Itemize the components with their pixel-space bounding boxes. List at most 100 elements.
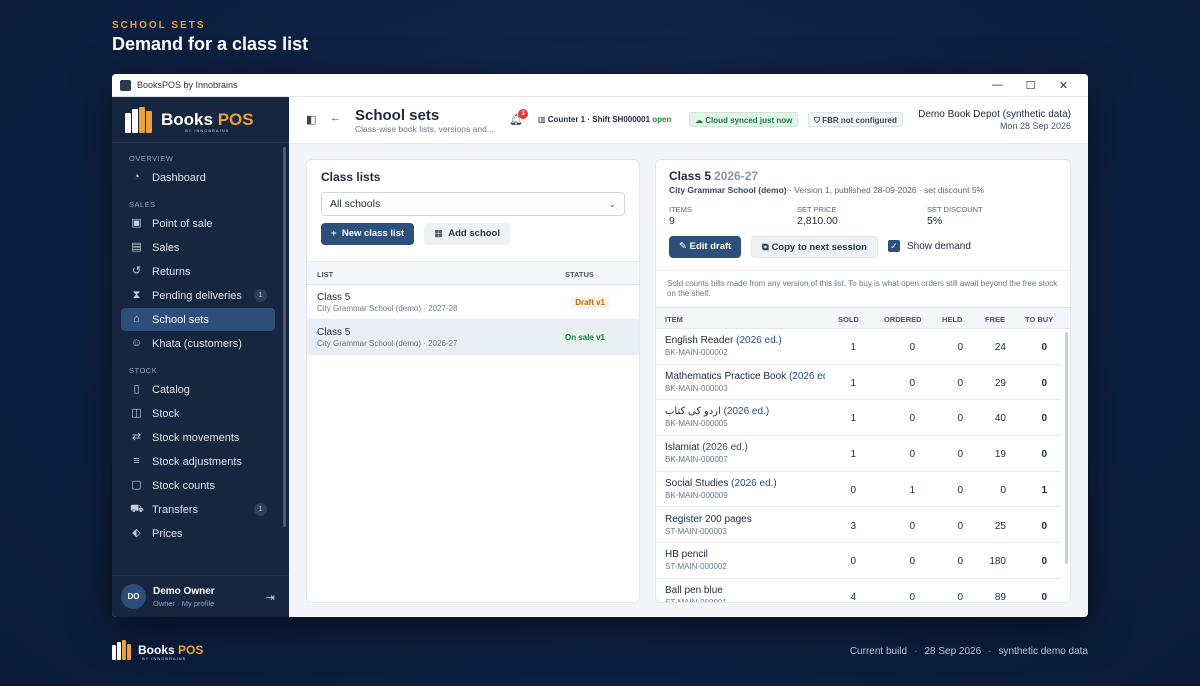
- table-scrollbar[interactable]: [1065, 332, 1068, 564]
- item-sku: ST-MAIN-000001: [665, 597, 727, 603]
- list-item[interactable]: Class 5 City Grammar School (demo) · 202…: [307, 320, 639, 355]
- new-class-list-button[interactable]: + New class list: [321, 223, 415, 245]
- close-button[interactable]: ✕: [1047, 79, 1080, 92]
- sidebar-item-label: Point of sale: [152, 217, 213, 230]
- demand-note: Sold counts bills made from any version …: [667, 279, 1058, 298]
- cell-free: 19: [994, 449, 1006, 461]
- maximize-button[interactable]: ☐: [1014, 79, 1047, 92]
- shield-icon: ⛉: [814, 116, 823, 125]
- books-logo-icon: [112, 640, 134, 660]
- sidebar-item-label: Returns: [152, 265, 191, 278]
- sidebar-item-label: Stock adjustments: [152, 455, 242, 468]
- footer-meta: Current build · 28 Sep 2026 · synthetic demo…: [849, 646, 1088, 657]
- col-free: FREE: [985, 315, 1006, 324]
- list-item[interactable]: Class 5 City Grammar School (demo) · 202…: [307, 285, 639, 320]
- fbr-status[interactable]: ⛉ FBR not configured: [808, 112, 903, 127]
- avatar: DO: [121, 584, 146, 609]
- user-profile[interactable]: DO Demo Owner Owner · My profile ⇥: [112, 575, 289, 617]
- table-row[interactable]: Social Studies (2026 ed.) BK-MAIN-000009 0…: [656, 472, 1061, 508]
- sidebar-item-transfers[interactable]: ⛟ Transfers 1: [121, 498, 275, 521]
- school-filter-select[interactable]: All schools ⌄: [321, 192, 625, 216]
- copy-to-next-session-button[interactable]: ⧉ Copy to next session: [751, 236, 878, 258]
- sidebar-item-dashboard[interactable]: ◔ Dashboard: [121, 166, 275, 189]
- cell-ordered: 0: [909, 556, 915, 568]
- sidebar-scrollbar[interactable]: [283, 147, 286, 527]
- detail-school: City Grammar School (demo): [669, 185, 787, 195]
- back-arrow-icon[interactable]: ←: [330, 112, 341, 124]
- sidebar-item-sales[interactable]: ▤ Sales: [121, 236, 275, 259]
- cell-sold: 1: [850, 449, 856, 461]
- sidebar-item-school-sets[interactable]: ⌂ School sets: [121, 308, 275, 331]
- brand-logo[interactable]: Books POS BY INNOBRAINS: [112, 97, 289, 143]
- logout-icon[interactable]: ⇥: [266, 591, 275, 604]
- table-row[interactable]: Ball pen blue ST-MAIN-000001 4 0 0 89 0: [656, 579, 1061, 603]
- sidebar-item-stock-counts[interactable]: ▢ Stock counts: [121, 474, 275, 497]
- tag-icon: ⬖: [132, 527, 141, 539]
- cell-held: 0: [957, 591, 963, 603]
- page-title: School sets: [355, 107, 440, 124]
- list-header: LIST STATUS: [307, 261, 639, 285]
- table-row[interactable]: اردو کی کتاب (2026 ed.) BK-MAIN-000005 1 0 0…: [656, 400, 1061, 437]
- cell-free: 89: [994, 591, 1006, 603]
- col-sold: SOLD: [838, 315, 859, 324]
- cell-free: 180: [989, 556, 1006, 568]
- detail-title: Class 5: [669, 169, 712, 183]
- cell-to-buy: 0: [1041, 377, 1047, 389]
- sidebar-item-stock[interactable]: ◫ Stock: [121, 402, 275, 425]
- cell-held: 0: [957, 413, 963, 425]
- sidebar-item-prices[interactable]: ⬖ Prices: [121, 522, 275, 545]
- item-title: HB pencil: [665, 549, 708, 561]
- sidebar-item-khata[interactable]: ☺ Khata (customers): [121, 332, 275, 355]
- col-held: HELD: [942, 315, 963, 324]
- sidebar-toggle-icon[interactable]: ◧: [306, 113, 316, 126]
- table-row[interactable]: Register 200 pages ST-MAIN-000003 3 0 0 25 0: [656, 508, 1061, 544]
- status-badge: Draft v1: [571, 297, 609, 308]
- table-row[interactable]: HB pencil ST-MAIN-000002 0 0 0 180 0: [656, 543, 1061, 579]
- table-row[interactable]: English Reader (2026 ed.) BK-MAIN-000002 1…: [656, 329, 1061, 365]
- cloud-sync-status[interactable]: ☁ Cloud synced just now: [689, 112, 799, 127]
- panel-title: Class lists: [321, 170, 381, 184]
- minimize-button[interactable]: —: [981, 79, 1014, 91]
- footer-date: 28 Sep 2026: [924, 646, 982, 657]
- class-detail-panel: Class 5 2026-27 City Grammar School (demo…: [655, 159, 1071, 603]
- hero-title: Demand for a class list: [112, 34, 309, 54]
- table-row[interactable]: Mathematics Practice Book (2026 ed.)BK-M…: [656, 365, 1061, 401]
- detail-year: 2026-27: [714, 169, 759, 183]
- sidebar-item-stock-adjustments[interactable]: ≡ Stock adjustments: [121, 450, 275, 473]
- notification-badge: 3: [518, 109, 528, 119]
- cell-sold: 1: [850, 413, 856, 425]
- sidebar-item-catalog[interactable]: ▯ Catalog: [121, 378, 275, 401]
- sidebar-item-pending-deliveries[interactable]: ⧗ Pending deliveries 1: [121, 284, 275, 307]
- sidebar-item-point-of-sale[interactable]: ▣ Point of sale: [121, 212, 275, 235]
- sidebar-item-returns[interactable]: ↺ Returns: [121, 260, 275, 283]
- sidebar-item-label: Sales: [152, 241, 180, 254]
- sidebar-item-stock-movements[interactable]: ⇄ Stock movements: [121, 426, 275, 449]
- item-sku: BK-MAIN-000009: [665, 490, 728, 500]
- truck-icon: ⛟: [130, 503, 144, 515]
- item-edition: (2026 ed.): [788, 370, 825, 382]
- cell-held: 0: [957, 449, 963, 461]
- sliders-icon: ≡: [133, 455, 140, 467]
- col-item: ITEM: [665, 315, 683, 324]
- register-icon: ▥: [538, 115, 548, 124]
- cell-free: 40: [994, 413, 1006, 425]
- show-demand-checkbox[interactable]: ✓: [888, 240, 900, 252]
- table-row[interactable]: Islamiat (2026 ed.) BK-MAIN-000007 1 0 0 19 0: [656, 436, 1061, 472]
- brand-sub: BY INNOBRAINS: [185, 128, 230, 133]
- books-logo-icon: [125, 106, 155, 133]
- add-school-button[interactable]: ▦ Add school: [424, 223, 510, 245]
- item-title: Register 200 pages: [665, 513, 752, 525]
- book-icon: ▯: [133, 383, 140, 395]
- edit-draft-button[interactable]: ✎ Edit draft: [669, 236, 742, 258]
- user-role: Owner · My profile: [153, 598, 215, 608]
- cell-held: 0: [957, 556, 963, 568]
- footer-logo: Books POS BY INNOBRAINS: [112, 640, 204, 661]
- footer-brand-pos: POS: [178, 643, 204, 657]
- cell-to-buy: 0: [1041, 413, 1047, 425]
- counter-status[interactable]: ▥ Counter 1 · Shift SH000001 open: [533, 112, 677, 127]
- sidebar-item-label: Khata (customers): [152, 337, 242, 350]
- item-sku: BK-MAIN-000002: [665, 348, 728, 357]
- footer-brand-sub: BY INNOBRAINS: [142, 656, 187, 661]
- hero-eyebrow: SCHOOL SETS: [112, 20, 206, 31]
- store-date: Mon 28 Sep 2026: [999, 121, 1071, 131]
